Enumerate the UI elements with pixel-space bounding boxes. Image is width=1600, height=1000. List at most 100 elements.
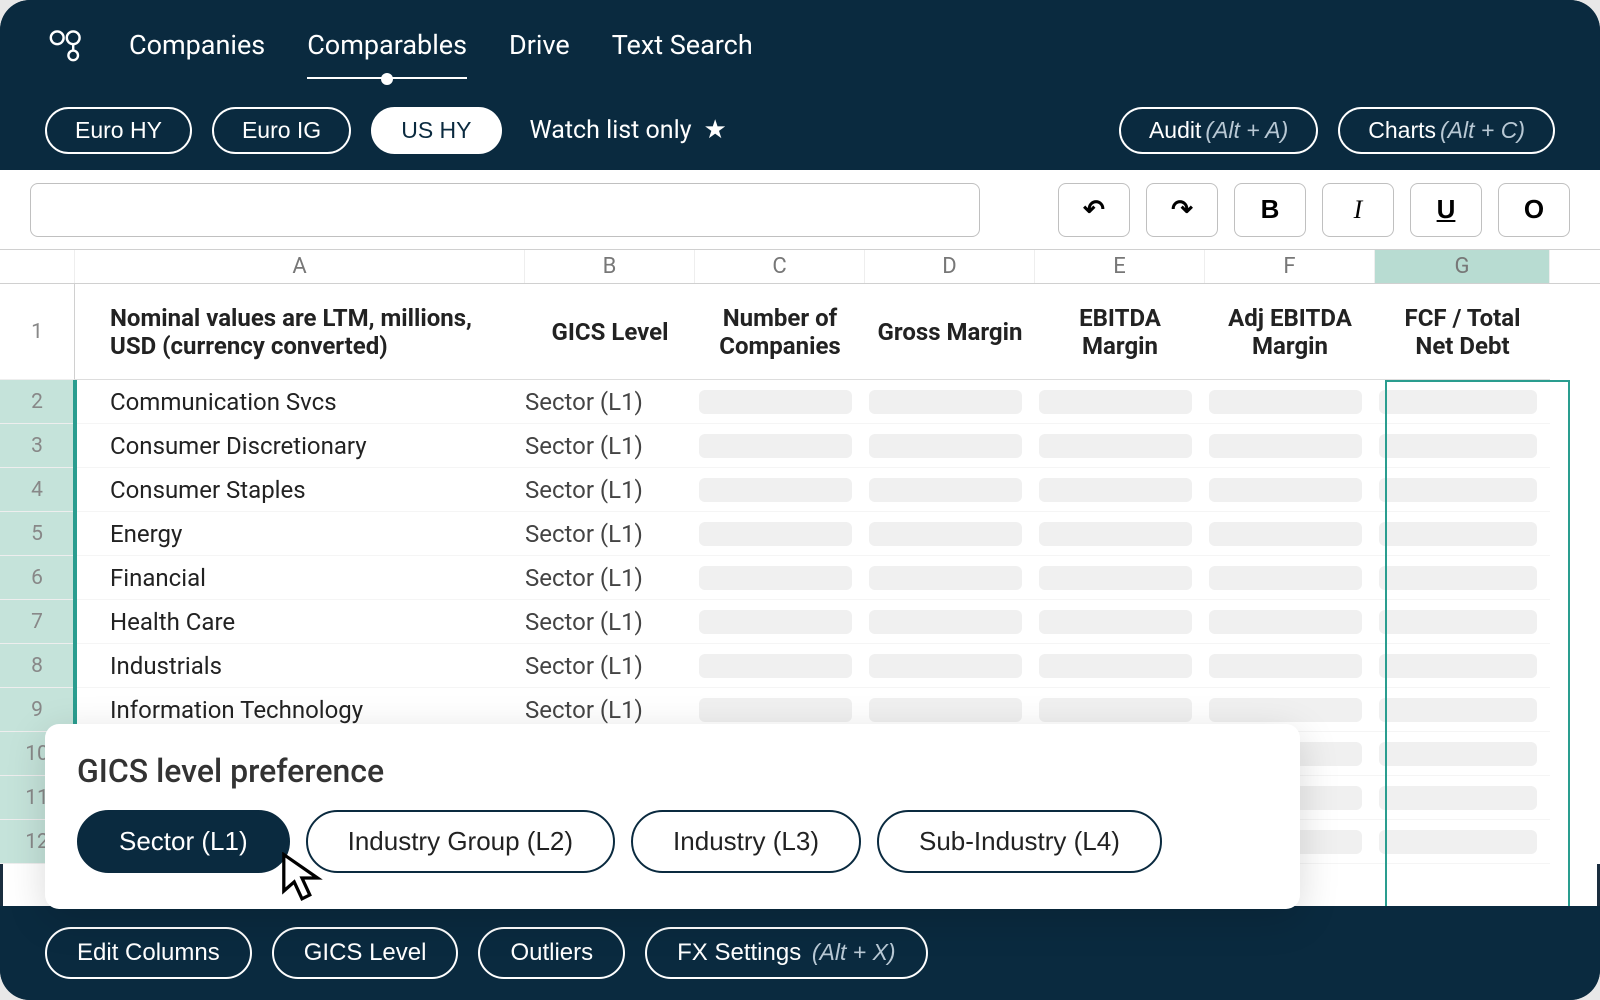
loading-cell[interactable]: [695, 468, 865, 512]
gics-level-cell[interactable]: Sector (L1): [525, 424, 695, 468]
row-header[interactable]: 7: [0, 600, 75, 644]
loading-cell[interactable]: [1375, 512, 1550, 556]
filter-us-hy[interactable]: US HY: [371, 107, 501, 154]
loading-cell[interactable]: [1205, 512, 1375, 556]
loading-cell[interactable]: [1205, 644, 1375, 688]
header-cell[interactable]: FCF / Total Net Debt: [1375, 284, 1550, 380]
loading-cell[interactable]: [1035, 644, 1205, 688]
italic-button[interactable]: I: [1322, 183, 1394, 237]
filter-euro-hy[interactable]: Euro HY: [45, 107, 192, 154]
gics-level-cell[interactable]: Sector (L1): [525, 600, 695, 644]
row-header[interactable]: 6: [0, 556, 75, 600]
row-header[interactable]: 2: [0, 380, 75, 424]
row-header[interactable]: 3: [0, 424, 75, 468]
loading-cell[interactable]: [865, 424, 1035, 468]
formula-input[interactable]: [30, 183, 980, 237]
header-cell[interactable]: EBITDA Margin: [1035, 284, 1205, 380]
edit-columns-button[interactable]: Edit Columns: [45, 927, 252, 979]
audit-button[interactable]: Audit(Alt + A): [1119, 107, 1318, 154]
loading-cell[interactable]: [695, 556, 865, 600]
loading-cell[interactable]: [1205, 556, 1375, 600]
loading-cell[interactable]: [865, 468, 1035, 512]
nav-comparables[interactable]: Comparables: [307, 29, 467, 61]
loading-cell[interactable]: [865, 556, 1035, 600]
gics-level-cell[interactable]: Sector (L1): [525, 644, 695, 688]
nav-companies[interactable]: Companies: [129, 29, 265, 61]
sector-name-cell[interactable]: Communication Svcs: [75, 380, 525, 424]
row-header[interactable]: 1: [0, 284, 75, 380]
loading-cell[interactable]: [1375, 644, 1550, 688]
charts-button[interactable]: Charts(Alt + C): [1338, 107, 1555, 154]
gics-level-cell[interactable]: Sector (L1): [525, 512, 695, 556]
loading-cell[interactable]: [1205, 600, 1375, 644]
loading-cell[interactable]: [865, 600, 1035, 644]
sector-name-cell[interactable]: Energy: [75, 512, 525, 556]
header-cell[interactable]: Number of Companies: [695, 284, 865, 380]
filter-euro-ig[interactable]: Euro IG: [212, 107, 351, 154]
outliers-button[interactable]: Outliers: [478, 927, 625, 979]
row-header[interactable]: 4: [0, 468, 75, 512]
underline-button[interactable]: U: [1410, 183, 1482, 237]
loading-cell[interactable]: [1375, 732, 1550, 776]
nav-drive[interactable]: Drive: [509, 29, 570, 61]
loading-cell[interactable]: [1375, 600, 1550, 644]
loading-cell[interactable]: [1375, 820, 1550, 864]
sector-name-cell[interactable]: Financial: [75, 556, 525, 600]
watch-list-toggle[interactable]: Watch list only ★: [530, 115, 727, 145]
header-cell[interactable]: GICS Level: [525, 284, 695, 380]
corner-cell[interactable]: [0, 250, 75, 283]
gics-level-cell[interactable]: Sector (L1): [525, 380, 695, 424]
loading-cell[interactable]: [865, 512, 1035, 556]
gics-level-button[interactable]: GICS Level: [272, 927, 459, 979]
loading-cell[interactable]: [1035, 512, 1205, 556]
loading-cell[interactable]: [695, 380, 865, 424]
loading-cell[interactable]: [695, 600, 865, 644]
loading-cell[interactable]: [1035, 380, 1205, 424]
header-cell[interactable]: Nominal values are LTM, millions, USD (c…: [75, 284, 525, 380]
loading-cell[interactable]: [1375, 380, 1550, 424]
bold-button[interactable]: B: [1234, 183, 1306, 237]
gics-level-cell[interactable]: Sector (L1): [525, 556, 695, 600]
col-header-b[interactable]: B: [525, 250, 695, 283]
loading-cell[interactable]: [695, 424, 865, 468]
loading-cell[interactable]: [1035, 424, 1205, 468]
loading-cell[interactable]: [1035, 468, 1205, 512]
loading-cell[interactable]: [1035, 556, 1205, 600]
loading-cell[interactable]: [1375, 688, 1550, 732]
sector-name-cell[interactable]: Consumer Staples: [75, 468, 525, 512]
col-header-c[interactable]: C: [695, 250, 865, 283]
gics-option-industry-group-l2[interactable]: Industry Group (L2): [306, 810, 615, 873]
loading-cell[interactable]: [865, 644, 1035, 688]
fx-settings-button[interactable]: FX Settings (Alt + X): [645, 927, 927, 979]
other-format-button[interactable]: O: [1498, 183, 1570, 237]
redo-button[interactable]: ↷: [1146, 183, 1218, 237]
header-cell[interactable]: Gross Margin: [865, 284, 1035, 380]
loading-cell[interactable]: [1375, 556, 1550, 600]
gics-level-cell[interactable]: Sector (L1): [525, 468, 695, 512]
col-header-d[interactable]: D: [865, 250, 1035, 283]
loading-cell[interactable]: [1375, 776, 1550, 820]
nav-text-search[interactable]: Text Search: [612, 29, 753, 61]
row-header[interactable]: 5: [0, 512, 75, 556]
gics-option-sub-industry-l4[interactable]: Sub-Industry (L4): [877, 810, 1162, 873]
loading-cell[interactable]: [865, 380, 1035, 424]
loading-cell[interactable]: [1035, 600, 1205, 644]
col-header-f[interactable]: F: [1205, 250, 1375, 283]
loading-cell[interactable]: [1375, 424, 1550, 468]
undo-button[interactable]: ↶: [1058, 183, 1130, 237]
col-header-g[interactable]: G: [1375, 250, 1550, 283]
gics-option-sector-l1[interactable]: Sector (L1): [77, 810, 290, 873]
gics-option-industry-l3[interactable]: Industry (L3): [631, 810, 861, 873]
loading-cell[interactable]: [1205, 424, 1375, 468]
loading-cell[interactable]: [695, 644, 865, 688]
loading-cell[interactable]: [1205, 468, 1375, 512]
sector-name-cell[interactable]: Consumer Discretionary: [75, 424, 525, 468]
row-header[interactable]: 8: [0, 644, 75, 688]
header-cell[interactable]: Adj EBITDA Margin: [1205, 284, 1375, 380]
col-header-a[interactable]: A: [75, 250, 525, 283]
col-header-e[interactable]: E: [1035, 250, 1205, 283]
sector-name-cell[interactable]: Health Care: [75, 600, 525, 644]
loading-cell[interactable]: [1205, 380, 1375, 424]
loading-cell[interactable]: [695, 512, 865, 556]
loading-cell[interactable]: [1375, 468, 1550, 512]
